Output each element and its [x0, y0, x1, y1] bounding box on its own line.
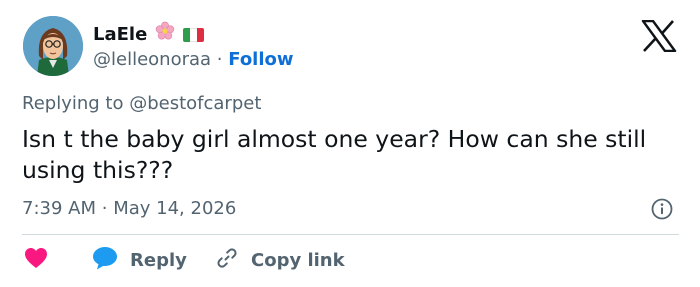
avatar[interactable]: [23, 16, 83, 76]
divider: [22, 234, 679, 235]
tweet-time[interactable]: 7:39 AM: [22, 198, 96, 219]
tweet-date[interactable]: May 14, 2026: [113, 198, 236, 219]
heart-icon: [24, 247, 48, 274]
author-name-row[interactable]: LaEle: [93, 21, 205, 48]
handle-separator: ·: [216, 49, 223, 70]
link-icon: [215, 246, 239, 275]
copy-link-label: Copy link: [251, 249, 345, 271]
author-display-name[interactable]: LaEle: [93, 23, 147, 47]
author-handle-row: @lelleonoraa · Follow: [93, 48, 294, 72]
tweet-meta: 7:39 AM · May 14, 2026: [22, 197, 236, 221]
replying-to[interactable]: Replying to @bestofcarpet: [22, 92, 261, 116]
author-handle[interactable]: @lelleonoraa: [93, 49, 211, 70]
reply-button[interactable]: Reply: [92, 246, 187, 274]
meta-separator: ·: [101, 198, 108, 219]
info-icon[interactable]: [651, 198, 673, 224]
italy-flag-icon: [183, 27, 205, 42]
follow-button[interactable]: Follow: [228, 49, 293, 70]
flower-emoji-icon: [155, 21, 175, 48]
copy-link-button[interactable]: Copy link: [215, 246, 345, 274]
x-logo-icon[interactable]: [641, 19, 677, 56]
reply-bubble-icon: [92, 246, 118, 275]
like-button[interactable]: [24, 246, 48, 274]
tweet-text: Isn t the baby girl almost one year? How…: [22, 125, 647, 184]
action-bar: Reply Copy link: [0, 246, 700, 274]
reply-label: Reply: [130, 249, 187, 271]
